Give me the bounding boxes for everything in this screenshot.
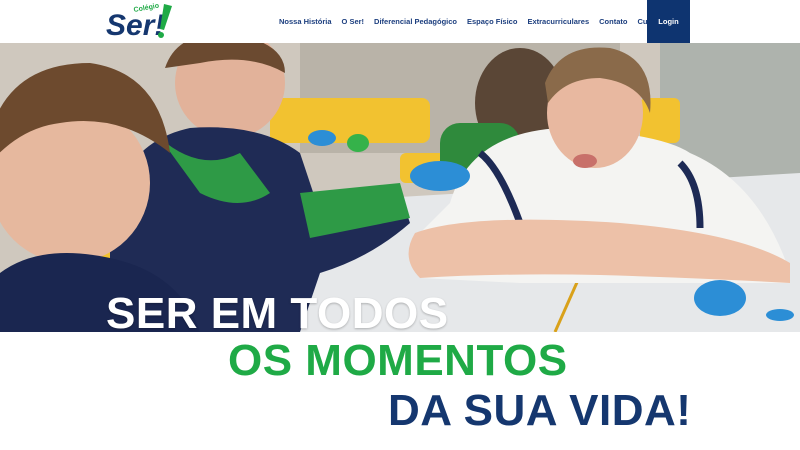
login-button[interactable]: Login xyxy=(647,0,690,43)
classroom-illustration xyxy=(0,43,800,332)
headline-line-2: OS MOMENTOS xyxy=(228,336,568,385)
green-play-dough xyxy=(347,134,369,152)
nav-item-extracurriculares[interactable]: Extracurriculares xyxy=(527,17,589,26)
nav-item-contato[interactable]: Contato xyxy=(599,17,627,26)
hero-photo xyxy=(0,43,800,332)
headline-line-3: DA SUA VIDA! xyxy=(388,386,692,435)
blue-play-dough-small xyxy=(766,309,794,321)
logo-exclamation-dot xyxy=(158,32,164,38)
blue-play-dough-hand xyxy=(410,161,470,191)
nav-item-espaco-fisico[interactable]: Espaço Físico xyxy=(467,17,517,26)
colegio-ser-logo[interactable]: Ser! Colégio xyxy=(104,2,174,40)
site-header: Ser! Colégio Nossa História O Ser! Difer… xyxy=(0,0,800,43)
logo-graphic: Ser! Colégio xyxy=(106,3,172,40)
teacher-mouth xyxy=(573,154,597,168)
main-nav: Nossa História O Ser! Diferencial Pedagó… xyxy=(279,0,680,43)
nav-item-nossa-historia[interactable]: Nossa História xyxy=(279,17,332,26)
nav-item-diferencial-pedagogico[interactable]: Diferencial Pedagógico xyxy=(374,17,457,26)
blue-play-dough-table xyxy=(694,280,746,316)
nav-item-o-ser[interactable]: O Ser! xyxy=(342,17,365,26)
yellow-chair-right xyxy=(640,98,680,143)
yellow-chair-back xyxy=(270,98,430,143)
blue-play-dough-back xyxy=(308,130,336,146)
